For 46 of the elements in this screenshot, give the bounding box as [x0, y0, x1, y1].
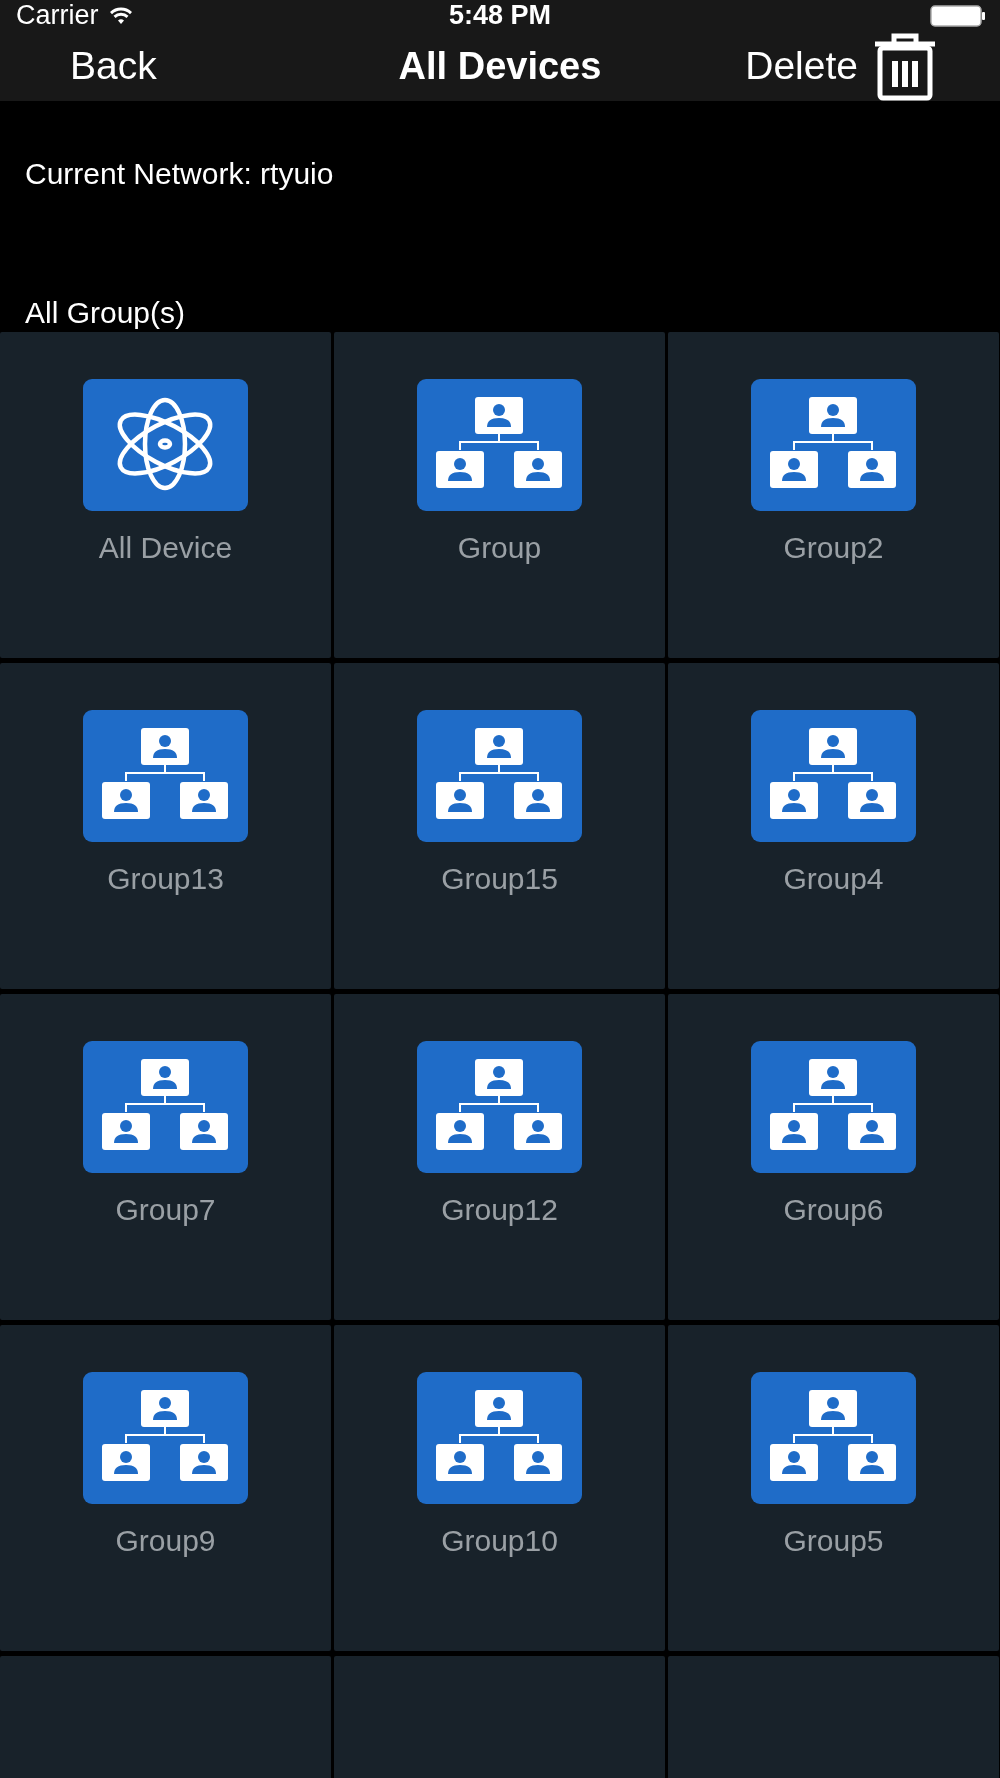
trash-icon[interactable] — [872, 31, 938, 101]
atom-icon — [83, 379, 248, 511]
org-chart-icon — [83, 1041, 248, 1173]
org-chart-icon — [751, 710, 916, 842]
group-label: Group9 — [115, 1524, 216, 1558]
org-chart-icon — [417, 379, 582, 511]
group-tile[interactable]: Group4 — [668, 663, 999, 989]
group-label: Group — [457, 531, 542, 565]
network-label: Current Network: rtyuio — [25, 157, 335, 191]
group-label: All Device — [98, 531, 233, 565]
org-chart-icon — [83, 710, 248, 842]
group-tile[interactable]: Group9 — [0, 1325, 331, 1651]
org-chart-icon — [417, 710, 582, 842]
group-label: Group6 — [783, 1193, 884, 1227]
group-tile[interactable]: Group — [334, 332, 665, 658]
group-tile[interactable]: Group10 — [334, 1325, 665, 1651]
group-tile[interactable]: Group6 — [668, 994, 999, 1320]
group-tile[interactable]: Group13 — [0, 663, 331, 989]
delete-button[interactable]: Delete — [739, 40, 864, 92]
group-tile[interactable]: Group12 — [334, 994, 665, 1320]
carrier-name: Carrier — [16, 0, 99, 31]
group-tile[interactable]: Group5 — [668, 1325, 999, 1651]
battery-icon — [930, 4, 986, 27]
group-label: Group13 — [107, 862, 224, 896]
group-label: Group7 — [115, 1193, 216, 1227]
org-chart-icon — [417, 1041, 582, 1173]
org-chart-icon — [751, 1372, 916, 1504]
back-button[interactable]: Back — [64, 40, 163, 92]
group-label: Group4 — [783, 862, 884, 896]
section-title: All Group(s) — [25, 296, 187, 330]
org-chart-icon — [83, 1372, 248, 1504]
org-chart-icon — [751, 1041, 916, 1173]
group-tile[interactable]: All Device — [0, 332, 331, 658]
group-label: Group5 — [783, 1524, 884, 1558]
screen-title: All Devices — [397, 44, 603, 88]
group-tile[interactable]: Group2 — [668, 332, 999, 658]
clock-time: 5:48 PM — [447, 0, 552, 31]
wifi-icon — [108, 6, 133, 25]
group-tile[interactable]: Group15 — [334, 663, 665, 989]
org-chart-icon — [417, 1372, 582, 1504]
org-chart-icon — [751, 379, 916, 511]
group-label: Group10 — [441, 1524, 558, 1558]
group-label: Group12 — [441, 1193, 558, 1227]
group-label: Group15 — [441, 862, 558, 896]
group-label: Group2 — [783, 531, 884, 565]
group-tile[interactable]: Group7 — [0, 994, 331, 1320]
